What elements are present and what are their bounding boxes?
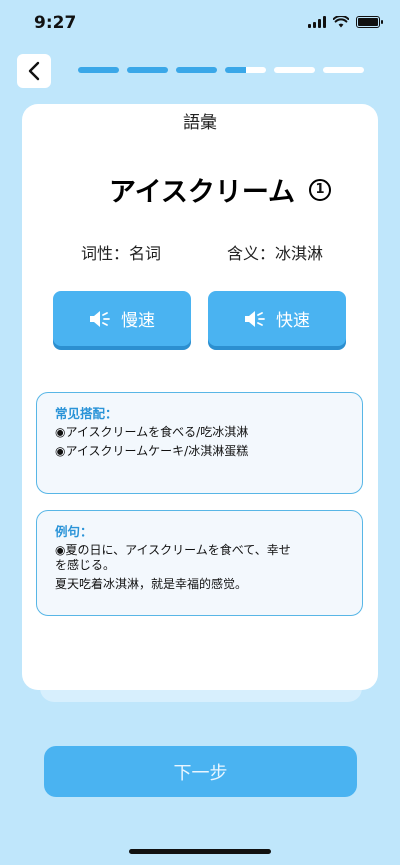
wifi-icon <box>333 16 349 28</box>
speaker-icon <box>245 310 265 327</box>
card-title: 語彙 <box>183 113 217 133</box>
progress-segment <box>127 67 168 73</box>
fast-audio-button[interactable]: 快速 <box>208 291 346 346</box>
progress-segment <box>176 67 217 73</box>
examples-box: 例句： ◉夏の日に、アイスクリームを食べて、幸せ を感じる。 夏天吃着冰淇淋，就… <box>36 510 363 616</box>
status-bar: 9:27 <box>0 0 400 46</box>
slow-audio-label: 慢速 <box>121 311 155 331</box>
speaker-icon <box>90 310 110 327</box>
back-button[interactable] <box>17 54 51 88</box>
progress-segment <box>274 67 315 73</box>
slow-audio-button[interactable]: 慢速 <box>53 291 191 346</box>
collocations-box: 常见搭配： ◉アイスクリームを食べる/吃冰淇淋 ◉アイスクリームケーキ/冰淇淋蛋… <box>36 392 363 494</box>
chevron-left-icon <box>28 61 40 81</box>
battery-icon <box>356 16 383 28</box>
example-sentence: ◉夏の日に、アイスクリームを食べて、幸せ を感じる。 <box>55 543 291 572</box>
word-index-badge: 1 <box>309 178 332 201</box>
progress-segment <box>323 67 364 73</box>
part-of-speech: 词性：名词 <box>81 244 162 263</box>
collocation-item: ◉アイスクリームケーキ/冰淇淋蛋糕 <box>55 444 249 458</box>
word-row: アイスクリーム 1 <box>22 170 378 209</box>
vocabulary-card: 語彙 アイスクリーム 1 词性：名词 含义：冰淇淋 慢速 快速 常见搭配： ◉ア… <box>22 104 378 690</box>
fast-audio-label: 快速 <box>276 311 310 331</box>
progress-segment <box>225 67 266 73</box>
status-time: 9:27 <box>34 13 77 33</box>
lesson-progress-bar <box>78 67 364 73</box>
home-indicator <box>129 849 271 854</box>
examples-heading: 例句： <box>55 524 93 539</box>
status-icons <box>308 16 383 28</box>
cellular-signal-icon <box>308 16 326 28</box>
collocation-item: ◉アイスクリームを食べる/吃冰淇淋 <box>55 425 249 439</box>
next-step-button[interactable]: 下一步 <box>44 746 357 797</box>
collocations-heading: 常见搭配： <box>55 406 118 421</box>
vocabulary-word: アイスクリーム <box>108 177 296 208</box>
example-translation: 夏天吃着冰淇淋，就是幸福的感觉。 <box>55 577 248 591</box>
progress-segment <box>78 67 119 73</box>
word-meaning: 含义：冰淇淋 <box>227 244 324 263</box>
